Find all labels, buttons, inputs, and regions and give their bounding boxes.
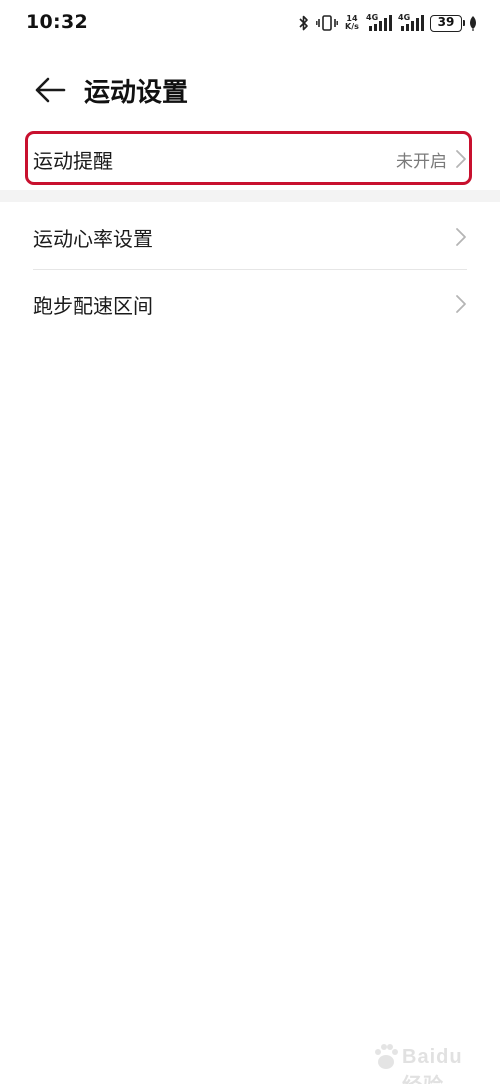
heart-rate-settings-label: 运动心率设置 bbox=[33, 226, 153, 251]
heart-rate-settings-row[interactable]: 运动心率设置 bbox=[33, 204, 467, 270]
section-gap bbox=[0, 190, 500, 202]
status-bar: 10:32 14 K/s 4G 4G 39 bbox=[0, 0, 500, 46]
status-icons: 14 K/s 4G 4G 39 bbox=[298, 12, 478, 34]
battery-icon: 39 bbox=[430, 14, 465, 32]
title-bar: 运动设置 bbox=[0, 60, 500, 116]
bluetooth-icon bbox=[298, 14, 310, 32]
running-pace-zones-row[interactable]: 跑步配速区间 bbox=[33, 271, 467, 337]
running-pace-zones-label: 跑步配速区间 bbox=[33, 293, 153, 318]
signal-icon: 4G bbox=[366, 13, 392, 32]
paw-icon bbox=[375, 1044, 398, 1069]
net-speed-unit: K/s bbox=[345, 22, 359, 31]
chevron-right-icon bbox=[455, 227, 467, 247]
watermark-text: Baidu经验 bbox=[402, 1046, 463, 1084]
page-title: 运动设置 bbox=[84, 78, 189, 108]
signal-icon-2: 4G bbox=[398, 13, 424, 32]
vibrate-icon bbox=[316, 15, 338, 31]
heart-rate-settings-right bbox=[455, 227, 467, 247]
row-divider bbox=[33, 269, 467, 270]
highlight-frame bbox=[25, 131, 472, 185]
net-speed: 14 K/s bbox=[344, 15, 360, 31]
chevron-right-icon bbox=[455, 294, 467, 314]
back-arrow-icon bbox=[35, 77, 66, 103]
back-button[interactable] bbox=[30, 70, 70, 110]
baidu-watermark: Baidu经验 bbox=[372, 1040, 482, 1084]
running-pace-zones-right bbox=[455, 294, 467, 314]
status-time: 10:32 bbox=[26, 11, 88, 33]
leaf-icon bbox=[468, 15, 478, 31]
